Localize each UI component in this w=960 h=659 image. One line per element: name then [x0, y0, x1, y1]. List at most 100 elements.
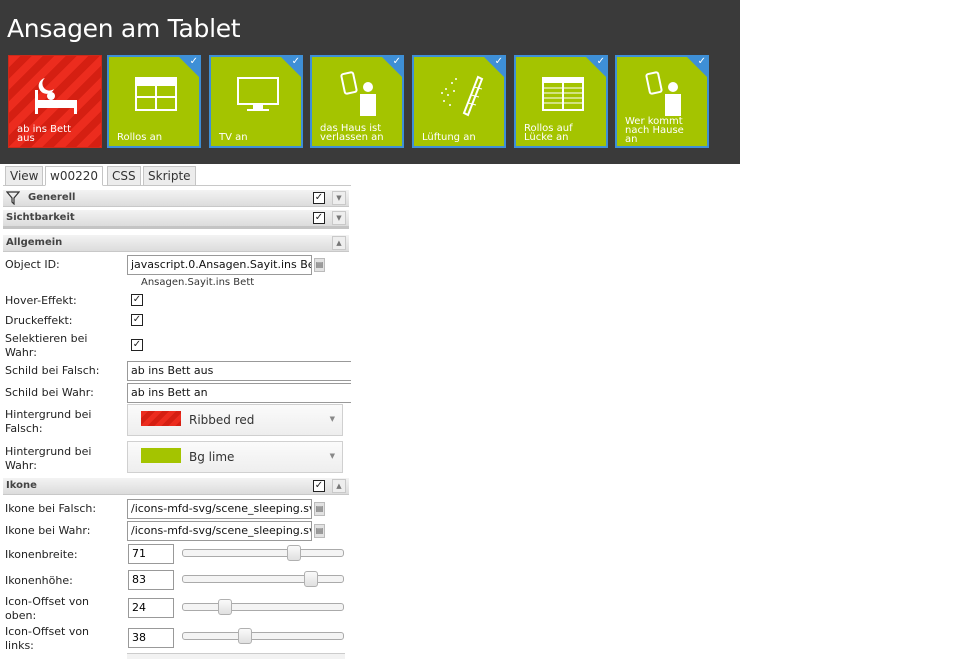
schild-falsch-input[interactable]: ab ins Bett aus [127, 361, 351, 381]
hintergrund-wahr-label-line1: Hintergrund bei [5, 445, 92, 458]
section-ikone-checkbox[interactable]: ✓ [313, 480, 325, 492]
tile-label: Rollos an [117, 132, 163, 143]
check-icon: ✓ [189, 56, 198, 67]
bed-moon-icon [35, 78, 77, 114]
offset-oben-label: Icon-Offset von oben: [5, 595, 89, 623]
color-swatch-red [141, 411, 181, 426]
selektieren-label-line1: Selektieren bei [5, 332, 88, 345]
slider-handle[interactable] [304, 571, 318, 587]
section-toggle-button[interactable]: ▼ [332, 211, 346, 225]
dashboard-title: Ansagen am Tablet [7, 14, 241, 43]
section-toggle-button[interactable]: ▲ [332, 236, 346, 250]
chevron-down-icon: ▼ [329, 415, 335, 423]
ikone-wahr-picker-button[interactable]: ▤ [314, 524, 325, 538]
hover-effekt-label: Hover-Effekt: [5, 294, 77, 307]
selektieren-label-line2: Wahr: [5, 346, 37, 359]
section-ikone[interactable]: Ikone ✓ ▲ [3, 478, 349, 495]
check-icon: ✓ [291, 56, 300, 67]
druckeffekt-checkbox[interactable]: ✓ [131, 314, 143, 326]
offset-links-label: Icon-Offset von links: [5, 625, 89, 653]
object-id-name: Ansagen.Sayit.ins Bett [141, 277, 255, 288]
section-title: Ikone [6, 480, 37, 491]
offset-oben-label-line1: Icon-Offset von [5, 595, 90, 608]
editor-tabs: View w00220 CSS Skripte [3, 164, 351, 186]
phone-person-icon [645, 71, 681, 116]
object-id-label: Object ID: [5, 258, 60, 271]
ikone-falsch-input[interactable]: /icons-mfd-svg/scene_sleeping.svg [127, 499, 312, 519]
slider-handle[interactable] [238, 628, 252, 644]
tile-label: aus [17, 133, 35, 144]
offset-links-input[interactable]: 38 [128, 628, 174, 648]
selektieren-checkbox[interactable]: ✓ [131, 339, 143, 351]
ikonenhoehe-input[interactable]: 83 [128, 570, 174, 590]
object-id-input[interactable]: javascript.0.Ansagen.Sayit.ins Bett [127, 255, 312, 275]
tab-css[interactable]: CSS [107, 166, 141, 186]
tab-skripte[interactable]: Skripte [143, 166, 196, 186]
section-sichtbarkeit[interactable]: Sichtbarkeit ✓ ▼ [3, 210, 349, 229]
tile-label: verlassen an [320, 132, 384, 143]
tile-tv-an[interactable]: ✓ TV an [209, 55, 303, 148]
offset-oben-input[interactable]: 24 [128, 598, 174, 618]
ikonenbreite-slider[interactable] [182, 545, 344, 561]
ikonenbreite-input[interactable]: 71 [128, 544, 174, 564]
schild-falsch-label: Schild bei Falsch: [5, 364, 100, 377]
offset-links-slider[interactable] [182, 628, 344, 644]
tile-label: Lücke an [524, 132, 569, 143]
dashboard-panel: Ansagen am Tablet ab ins Bett aus ✓ Roll… [0, 0, 740, 164]
tile-ab-ins-bett[interactable]: ab ins Bett aus [8, 55, 102, 148]
object-id-picker-button[interactable]: ▤ [314, 258, 325, 272]
hintergrund-falsch-select[interactable]: Ribbed red ▼ [127, 404, 343, 436]
hintergrund-falsch-label: Hintergrund bei Falsch: [5, 408, 91, 436]
schild-wahr-label: Schild bei Wahr: [5, 386, 94, 399]
tile-rollos-auf-luecke[interactable]: ✓ Rollos auf Lücke an [514, 55, 608, 148]
ikone-wahr-input[interactable]: /icons-mfd-svg/scene_sleeping.svg [127, 521, 312, 541]
druckeffekt-label: Druckeffekt: [5, 314, 73, 327]
section-title: Generell [28, 192, 76, 203]
section-generell[interactable]: Generell ✓ ▼ [3, 190, 349, 207]
hintergrund-falsch-label-line1: Hintergrund bei [5, 408, 92, 421]
section-allgemein[interactable]: Allgemein ▲ [3, 235, 349, 252]
tile-rollos-an[interactable]: ✓ Rollos an [107, 55, 201, 148]
ikonenhoehe-slider[interactable] [182, 571, 344, 587]
tile-label: Lüftung an [422, 132, 476, 143]
hintergrund-wahr-label-line2: Wahr: [5, 459, 37, 472]
hover-effekt-checkbox[interactable]: ✓ [131, 294, 143, 306]
check-icon: ✓ [697, 56, 706, 67]
hintergrund-wahr-label: Hintergrund bei Wahr: [5, 445, 91, 473]
tile-label: an [625, 134, 638, 145]
hintergrund-falsch-label-line2: Falsch: [5, 422, 43, 435]
tile-das-haus-ist-verlassen[interactable]: ✓ das Haus ist verlassen an [310, 55, 404, 148]
filter-icon [6, 191, 20, 205]
offset-oben-slider[interactable] [182, 599, 344, 615]
slider-handle[interactable] [218, 599, 232, 615]
window-blinds-icon [135, 77, 177, 111]
section-toggle-button[interactable]: ▲ [332, 479, 346, 493]
section-toggle-button[interactable]: ▼ [332, 191, 346, 205]
ikone-wahr-label: Ikone bei Wahr: [5, 524, 91, 537]
tile-wer-kommt-nach-hause[interactable]: ✓ Wer kommt nach Hause an [615, 55, 709, 148]
ikone-falsch-picker-button[interactable]: ▤ [314, 502, 325, 516]
offset-oben-label-line2: oben: [5, 609, 37, 622]
hintergrund-wahr-select[interactable]: Bg lime ▼ [127, 441, 343, 473]
schild-wahr-input[interactable]: ab ins Bett an [127, 383, 351, 403]
fan-icon [441, 75, 484, 117]
slider-handle[interactable] [287, 545, 301, 561]
section-generell-checkbox[interactable]: ✓ [313, 192, 325, 204]
check-icon: ✓ [596, 56, 605, 67]
section-sichtbarkeit-checkbox[interactable]: ✓ [313, 212, 325, 224]
window-shutter-icon [542, 77, 584, 111]
ikonenbreite-label: Ikonenbreite: [5, 548, 78, 561]
tile-label: TV an [219, 132, 248, 143]
color-swatch-lime [141, 448, 181, 463]
check-icon: ✓ [392, 56, 401, 67]
select-value: Ribbed red [189, 413, 255, 427]
tile-lueftung-an[interactable]: ✓ Lüftung an [412, 55, 506, 148]
tab-view[interactable]: View [5, 166, 44, 186]
section-title: Sichtbarkeit [6, 212, 75, 223]
phone-person-icon [340, 71, 376, 116]
section-title: Allgemein [6, 237, 63, 248]
chevron-down-icon: ▼ [329, 452, 335, 460]
tab-widget[interactable]: w00220 [45, 166, 103, 186]
selektieren-label: Selektieren bei Wahr: [5, 332, 87, 360]
check-icon: ✓ [494, 56, 503, 67]
